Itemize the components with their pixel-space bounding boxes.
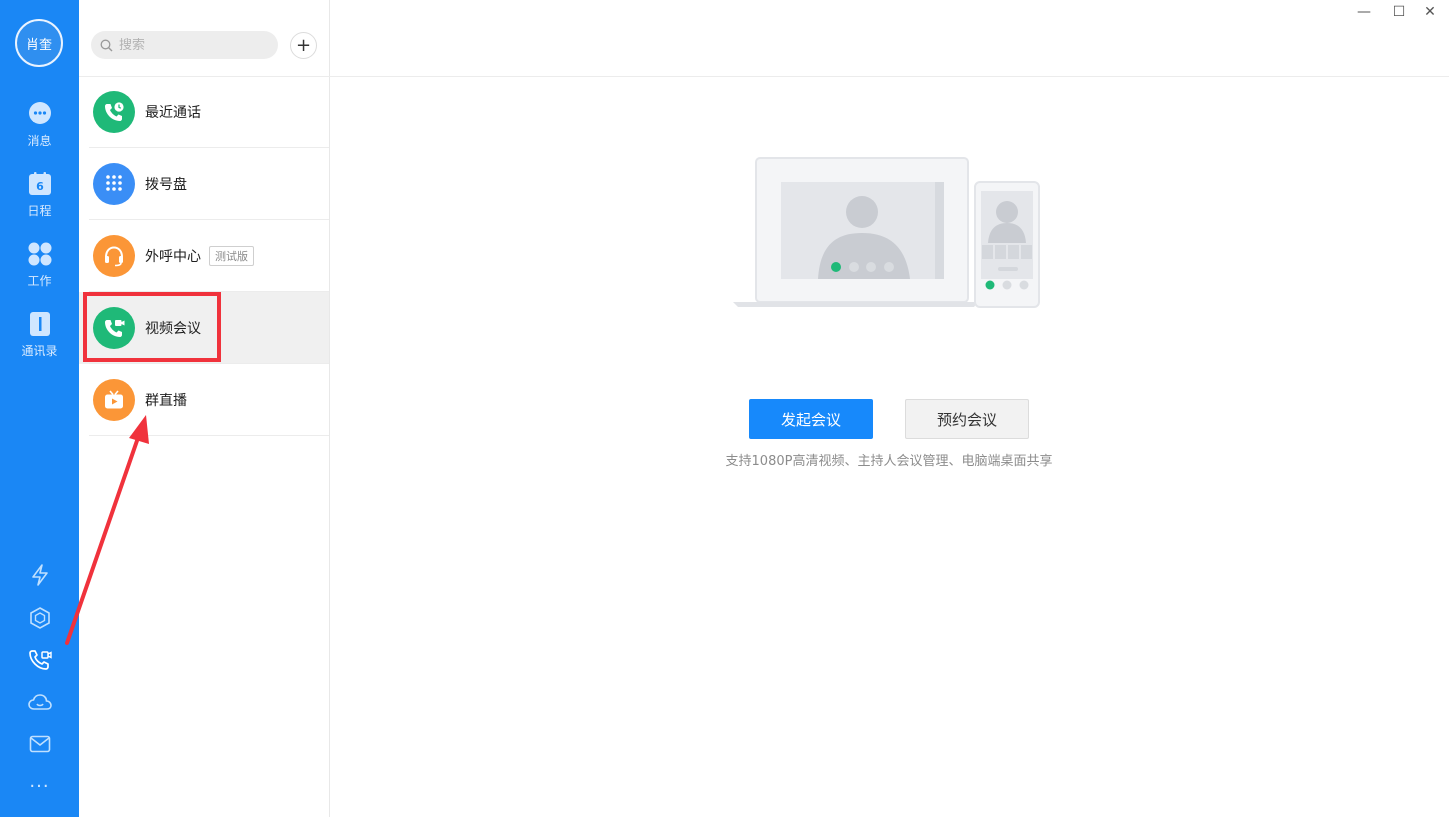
plus-icon: + [295, 34, 312, 56]
address-book-icon [26, 310, 54, 338]
cloud-button[interactable] [0, 687, 79, 717]
start-meeting-button[interactable]: 发起会议 [749, 399, 873, 439]
close-icon: ✕ [1424, 4, 1436, 20]
rail-item-work[interactable]: 工作 [0, 240, 79, 300]
more-icon: ··· [29, 775, 50, 797]
cube-icon [29, 607, 50, 629]
rail-item-messages[interactable]: 消息 [0, 100, 79, 160]
video-meeting-icon [93, 307, 135, 349]
avatar[interactable]: 肖奎 [15, 19, 63, 67]
video-call-icon [28, 650, 52, 670]
list-label-group-live: 群直播 [145, 393, 187, 409]
call-list-panel: + 最近通话 拨号盘 外呼中心 测试版 [79, 0, 330, 817]
rail-item-contacts[interactable]: 通讯录 [0, 310, 79, 370]
left-rail: 肖奎 消息 6 日程 工作 通讯录 ··· [0, 0, 79, 817]
list-item-outbound-center[interactable]: 外呼中心 测试版 [79, 220, 329, 292]
search-input[interactable] [119, 37, 269, 53]
cloud-icon [27, 694, 52, 710]
more-button[interactable]: ··· [0, 771, 79, 801]
list-item-dialpad[interactable]: 拨号盘 [79, 148, 329, 220]
rail-label-messages: 消息 [27, 134, 52, 148]
video-meeting-illustration [733, 157, 1040, 308]
divider [330, 76, 1449, 77]
meeting-description: 支持1080P高清视频、主持人会议管理、电脑端桌面共享 [725, 454, 1053, 469]
close-button[interactable]: ✕ [1418, 2, 1442, 22]
list-label-outbound-center: 外呼中心 [145, 249, 201, 265]
chat-icon [26, 100, 54, 128]
calendar-badge: 6 [36, 180, 44, 193]
recent-calls-icon [93, 91, 135, 133]
mail-button[interactable] [0, 729, 79, 759]
rail-label-work: 工作 [27, 274, 52, 288]
list-label-dialpad: 拨号盘 [145, 177, 187, 193]
search-icon [100, 39, 113, 51]
list-item-recent-calls[interactable]: 最近通话 [79, 76, 329, 148]
dialpad-icon [93, 163, 135, 205]
rail-label-contacts: 通讯录 [21, 344, 58, 358]
minimize-button[interactable]: — [1352, 2, 1376, 22]
app-window: 肖奎 消息 6 日程 工作 通讯录 ··· 搜索 + 最近通话 拨号盘 外呼中心… [0, 0, 1449, 817]
add-button[interactable]: + [290, 32, 317, 59]
lightning-icon [31, 564, 48, 586]
calendar-icon: 6 [26, 170, 54, 198]
video-call-nav-button[interactable] [0, 645, 79, 675]
list-label-video-meeting: 视频会议 [145, 321, 201, 337]
rail-label-calendar: 日程 [27, 204, 52, 218]
maximize-button[interactable]: ☐ [1387, 2, 1411, 22]
minimize-icon: — [1357, 4, 1371, 20]
mail-icon [29, 735, 50, 753]
headset-icon [93, 235, 135, 277]
apps-grid-icon [26, 240, 54, 268]
list-label-recent-calls: 最近通话 [145, 105, 201, 121]
live-tv-icon [93, 379, 135, 421]
search-box[interactable] [91, 31, 278, 59]
cube-button[interactable] [0, 603, 79, 633]
lightning-button[interactable] [0, 560, 79, 590]
schedule-meeting-button[interactable]: 预约会议 [905, 399, 1029, 439]
beta-badge: 测试版 [209, 246, 254, 266]
list-item-group-live[interactable]: 群直播 [79, 364, 329, 436]
rail-item-calendar[interactable]: 6 日程 [0, 170, 79, 230]
maximize-icon: ☐ [1392, 4, 1406, 20]
list-item-video-meeting[interactable]: 视频会议 [79, 292, 329, 364]
